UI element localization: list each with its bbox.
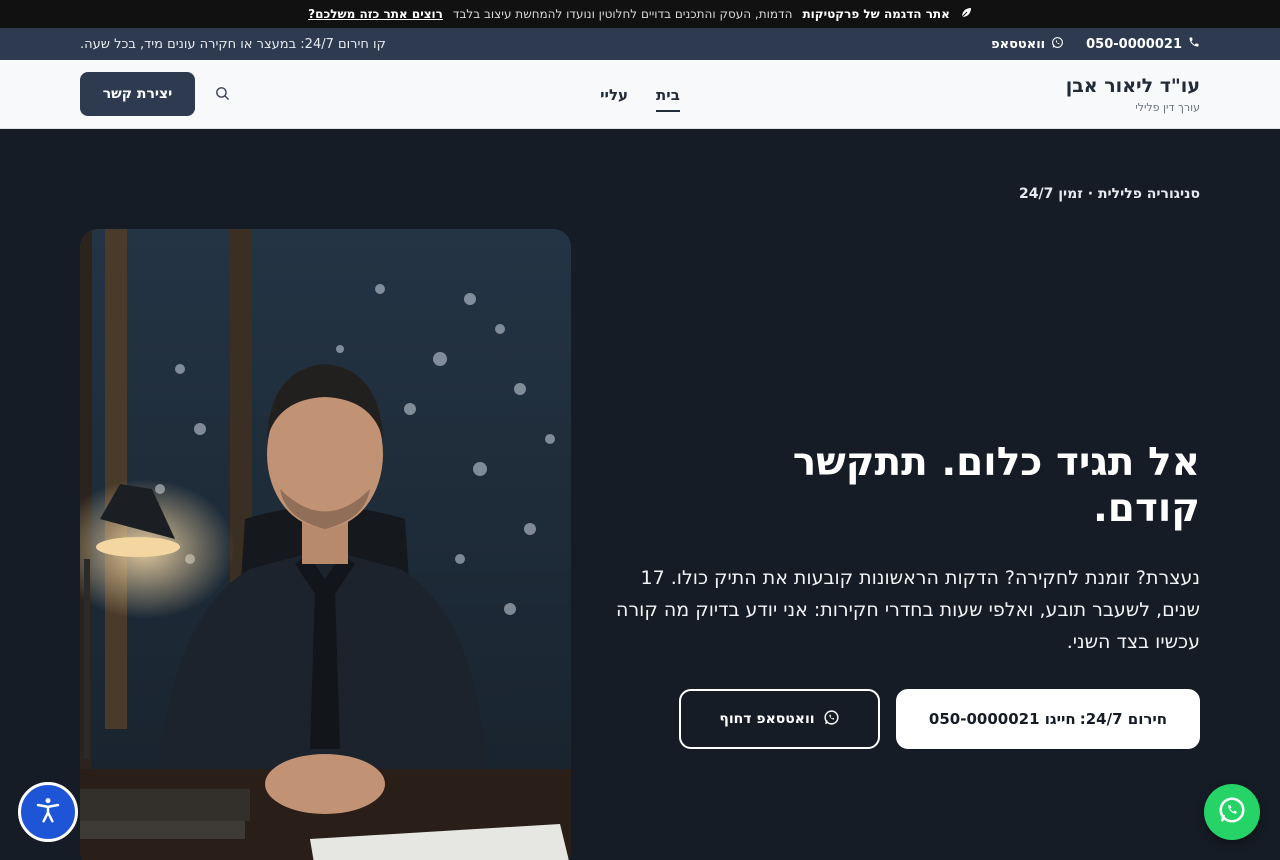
hotline-note: קו חירום 24/7: במעצר או חקירה עונים מיד,…: [80, 36, 386, 52]
whatsapp-label: וואטסאפ: [991, 36, 1046, 52]
phone-icon: [1188, 36, 1200, 52]
search-button[interactable]: [210, 83, 234, 107]
leaf-icon: [960, 7, 972, 22]
demo-banner: אתר הדגמה של פרקטיקות הדמות, העסק והתכני…: [0, 0, 1280, 28]
lawyer-portrait: [80, 229, 571, 860]
demo-title: אתר הדגמה של פרקטיקות: [802, 7, 950, 21]
search-icon: [214, 85, 231, 106]
phone-number: 050-0000021: [1086, 36, 1182, 52]
hero-eyebrow: סניגוריה פלילית · זמין 24/7: [1019, 186, 1200, 202]
nav-item-home[interactable]: בית: [656, 82, 680, 112]
urgent-whatsapp-label: וואטסאפ דחוף: [719, 711, 815, 727]
hero-cta-row: חירום 24/7: חייגו 050-0000021 וואטסאפ דח…: [679, 689, 1200, 749]
whatsapp-icon: [823, 709, 840, 730]
emergency-call-suffix: חייגו 050-0000021: [928, 710, 1076, 728]
site-header: עו"ד ליאור אבן עורך דין פלילי בית עליי י…: [0, 60, 1280, 129]
main-nav: בית עליי: [560, 60, 720, 129]
emergency-call-prefix: חירום 24/7:: [1079, 710, 1168, 728]
portrait-illustration: [80, 229, 571, 860]
whatsapp-float-button[interactable]: [1204, 784, 1260, 840]
brand-name: עו"ד ליאור אבן: [1065, 75, 1200, 97]
demo-cta-link[interactable]: רוצים אתר כזה משלכם?: [308, 7, 443, 21]
whatsapp-icon: [1051, 36, 1064, 53]
phone-link[interactable]: 050-0000021: [1086, 36, 1200, 52]
nav-item-about[interactable]: עליי: [600, 82, 628, 108]
brand-subtitle: עורך דין פלילי: [1135, 101, 1200, 114]
whatsapp-icon: [1217, 795, 1247, 829]
urgent-whatsapp-button[interactable]: וואטסאפ דחוף: [679, 689, 880, 749]
accessibility-icon: [33, 795, 63, 829]
accessibility-button[interactable]: [18, 782, 78, 842]
brand[interactable]: עו"ד ליאור אבן עורך דין פלילי: [1066, 74, 1200, 116]
contact-bar: 050-0000021 וואטסאפ קו חירום 24/7: במעצר…: [0, 28, 1280, 60]
contact-button[interactable]: יצירת קשר: [80, 72, 195, 116]
hero-lead: נעצרת? זומנת לחקירה? הדקות הראשונות קובע…: [616, 567, 1200, 653]
emergency-call-button[interactable]: חירום 24/7: חייגו 050-0000021: [896, 689, 1200, 749]
demo-note: הדמות, העסק והתכנים בדויים לחלוטין ונועד…: [452, 7, 793, 21]
hero-headline: אל תגיד כלום. תתקשר קודם.: [792, 440, 1200, 531]
whatsapp-link[interactable]: וואטסאפ: [991, 36, 1064, 53]
